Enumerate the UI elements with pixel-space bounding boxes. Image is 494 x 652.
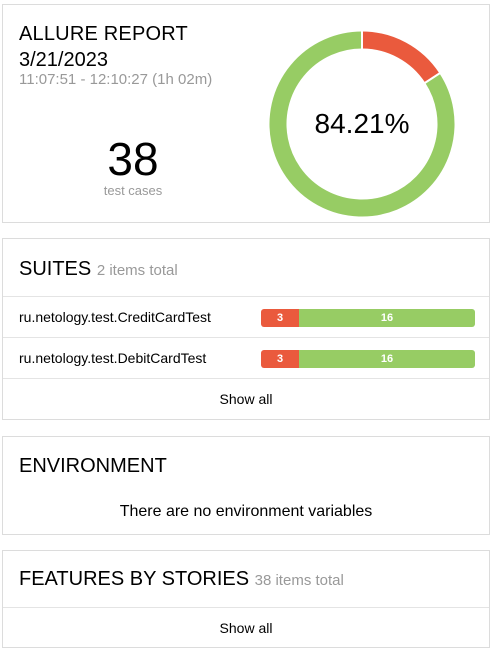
environment-empty-message: There are no environment variables <box>119 503 373 520</box>
suites-show-all-button[interactable]: Show all <box>3 378 489 418</box>
suite-name: ru.netology.test.DebitCardTest <box>19 350 207 366</box>
suite-row[interactable]: ru.netology.test.CreditCardTest 3 16 <box>3 296 489 337</box>
test-count: 38 <box>107 133 159 185</box>
suites-widget: SUITES 2 items total ru.netology.test.Cr… <box>2 238 490 420</box>
features-show-all-button[interactable]: Show all <box>3 607 489 647</box>
donut-slice-failed <box>361 31 440 83</box>
passed-segment: 16 <box>299 350 475 368</box>
test-count-label: test cases <box>103 183 163 198</box>
suites-title: SUITES <box>19 258 92 280</box>
features-header: FEATURES BY STORIES 38 items total <box>19 567 344 593</box>
suite-row[interactable]: ru.netology.test.DebitCardTest 3 16 <box>3 337 489 378</box>
summary-widget: ALLURE REPORT 3/21/2023 11:07:51 - 12:10… <box>2 4 490 223</box>
report-title: ALLURE REPORT <box>19 23 188 45</box>
suite-name: ru.netology.test.CreditCardTest <box>19 309 211 325</box>
pass-rate-label: 84.21% <box>314 108 410 139</box>
report-time-range: 11:07:51 - 12:10:27 (1h 02m) <box>19 71 213 88</box>
report-date: 3/21/2023 <box>19 49 108 71</box>
suites-header: SUITES 2 items total <box>19 257 178 283</box>
environment-widget: ENVIRONMENT There are no environment var… <box>2 436 490 535</box>
environment-title: ENVIRONMENT <box>19 455 167 477</box>
features-count: 38 items total <box>254 572 344 589</box>
failed-segment: 3 <box>261 350 299 368</box>
features-title: FEATURES BY STORIES <box>19 568 250 590</box>
passed-segment: 16 <box>299 309 475 327</box>
suite-status-bar: 3 16 <box>261 350 475 368</box>
suites-count: 2 items total <box>96 262 178 279</box>
features-widget: FEATURES BY STORIES 38 items total Show … <box>2 550 490 648</box>
failed-segment: 3 <box>261 309 299 327</box>
suite-status-bar: 3 16 <box>261 309 475 327</box>
